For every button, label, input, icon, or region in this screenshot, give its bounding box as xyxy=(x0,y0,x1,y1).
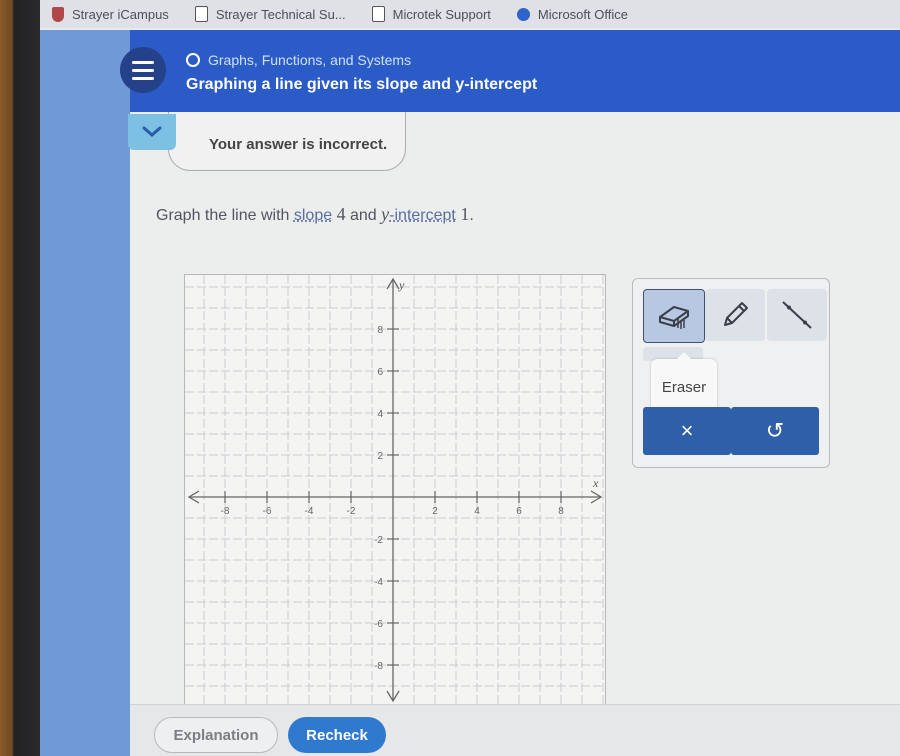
chevron-down-icon xyxy=(142,126,162,137)
line-segment-icon xyxy=(782,301,812,329)
undo-icon: ↺ xyxy=(765,418,785,443)
intercept-value: 1 xyxy=(460,204,470,224)
x-tick-label: -6 xyxy=(263,506,272,517)
shield-icon xyxy=(52,6,64,22)
x-tick-label: -4 xyxy=(305,506,314,517)
menu-button[interactable] xyxy=(120,47,166,93)
close-icon: × xyxy=(680,418,694,443)
document-icon xyxy=(194,6,208,22)
line-tool-button[interactable] xyxy=(767,289,827,341)
x-tick-label: -2 xyxy=(347,506,356,517)
question-prompt: Graph the line with slope 4 and y-interc… xyxy=(156,204,474,225)
bookmark-label: Strayer Technical Su... xyxy=(215,6,346,22)
bookmark-label: Microtek Support xyxy=(392,6,491,22)
y-variable: y xyxy=(381,204,390,224)
y-tick-label: -8 xyxy=(374,661,383,672)
graph-tool-panel: Eraser × ↺ xyxy=(632,278,830,468)
bookmark-microtek-support[interactable]: Microtek Support xyxy=(371,6,491,22)
document-icon xyxy=(371,6,385,22)
y-tick-label: -2 xyxy=(374,535,383,546)
y-tick-label: 6 xyxy=(377,367,383,378)
action-bar: Explanation Recheck xyxy=(130,704,900,756)
y-tick-label: 4 xyxy=(377,409,383,420)
hamburger-line xyxy=(132,68,154,72)
x-tick-label: 6 xyxy=(516,506,522,517)
y-tick-label: 8 xyxy=(377,325,383,336)
collapse-feedback-button[interactable] xyxy=(128,114,176,150)
browser-screen: Strayer iCampus Strayer Technical Su... … xyxy=(40,0,900,756)
eraser-tool-button[interactable] xyxy=(643,289,705,343)
feedback-panel: Your answer is incorrect. xyxy=(168,112,406,171)
y-axis-label: y xyxy=(398,278,405,292)
y-tick-label: -6 xyxy=(374,619,383,630)
graph-area[interactable]: x y -8 -6 -4 -2 2 4 6 8 8 6 4 2 -2 -4 -6 -8 xyxy=(184,274,606,706)
bookmark-microsoft-office[interactable]: Microsoft Office xyxy=(516,6,628,22)
x-tick-label: 4 xyxy=(474,506,480,517)
bookmark-strayer-icampus[interactable]: Strayer iCampus xyxy=(40,6,169,22)
hamburger-menu-icon xyxy=(132,60,154,64)
x-tick-label: 8 xyxy=(558,506,564,517)
recheck-button[interactable]: Recheck xyxy=(288,717,386,753)
bookmark-strayer-technical-support[interactable]: Strayer Technical Su... xyxy=(194,6,346,22)
x-axis-label: x xyxy=(592,476,599,490)
y-tick-label: 2 xyxy=(377,451,383,462)
pencil-icon xyxy=(724,302,748,326)
lesson-header: Graphs, Functions, and Systems Graphing … xyxy=(120,30,900,112)
side-strip xyxy=(40,30,130,756)
pencil-tool-button[interactable] xyxy=(705,289,765,341)
coordinate-plane[interactable]: x y -8 -6 -4 -2 2 4 6 8 8 6 4 2 -2 -4 -6 -8 xyxy=(185,275,605,705)
bookmark-label: Microsoft Office xyxy=(537,6,628,22)
topic-breadcrumb: Graphs, Functions, and Systems xyxy=(186,52,411,68)
lesson-title: Graphing a line given its slope and y-in… xyxy=(186,76,538,93)
topic-title: Graphs, Functions, and Systems xyxy=(208,52,412,68)
question-text: and xyxy=(345,207,382,224)
slope-link[interactable]: slope xyxy=(294,207,332,224)
y-tick-label: -4 xyxy=(374,577,383,588)
microsoft-office-icon xyxy=(516,7,530,21)
content-area: Your answer is incorrect. Graph the line… xyxy=(128,112,900,756)
monitor-bezel xyxy=(0,0,40,756)
progress-circle-icon xyxy=(186,53,200,67)
bookmarks-bar: Strayer iCampus Strayer Technical Su... … xyxy=(40,0,900,28)
x-tick-label: 2 xyxy=(432,506,438,517)
slope-value: 4 xyxy=(336,204,346,224)
undo-button[interactable]: ↺ xyxy=(731,407,819,455)
clear-button[interactable]: × xyxy=(643,407,731,455)
question-text: . xyxy=(469,207,474,224)
explanation-button[interactable]: Explanation xyxy=(154,717,278,753)
bookmark-label: Strayer iCampus xyxy=(72,6,169,22)
eraser-icon xyxy=(659,306,689,329)
x-tick-label: -8 xyxy=(221,506,230,517)
question-text: Graph the line with xyxy=(156,207,294,224)
intercept-link[interactable]: -intercept xyxy=(389,207,456,224)
feedback-message: Your answer is incorrect. xyxy=(209,136,388,153)
hamburger-line xyxy=(132,76,154,80)
